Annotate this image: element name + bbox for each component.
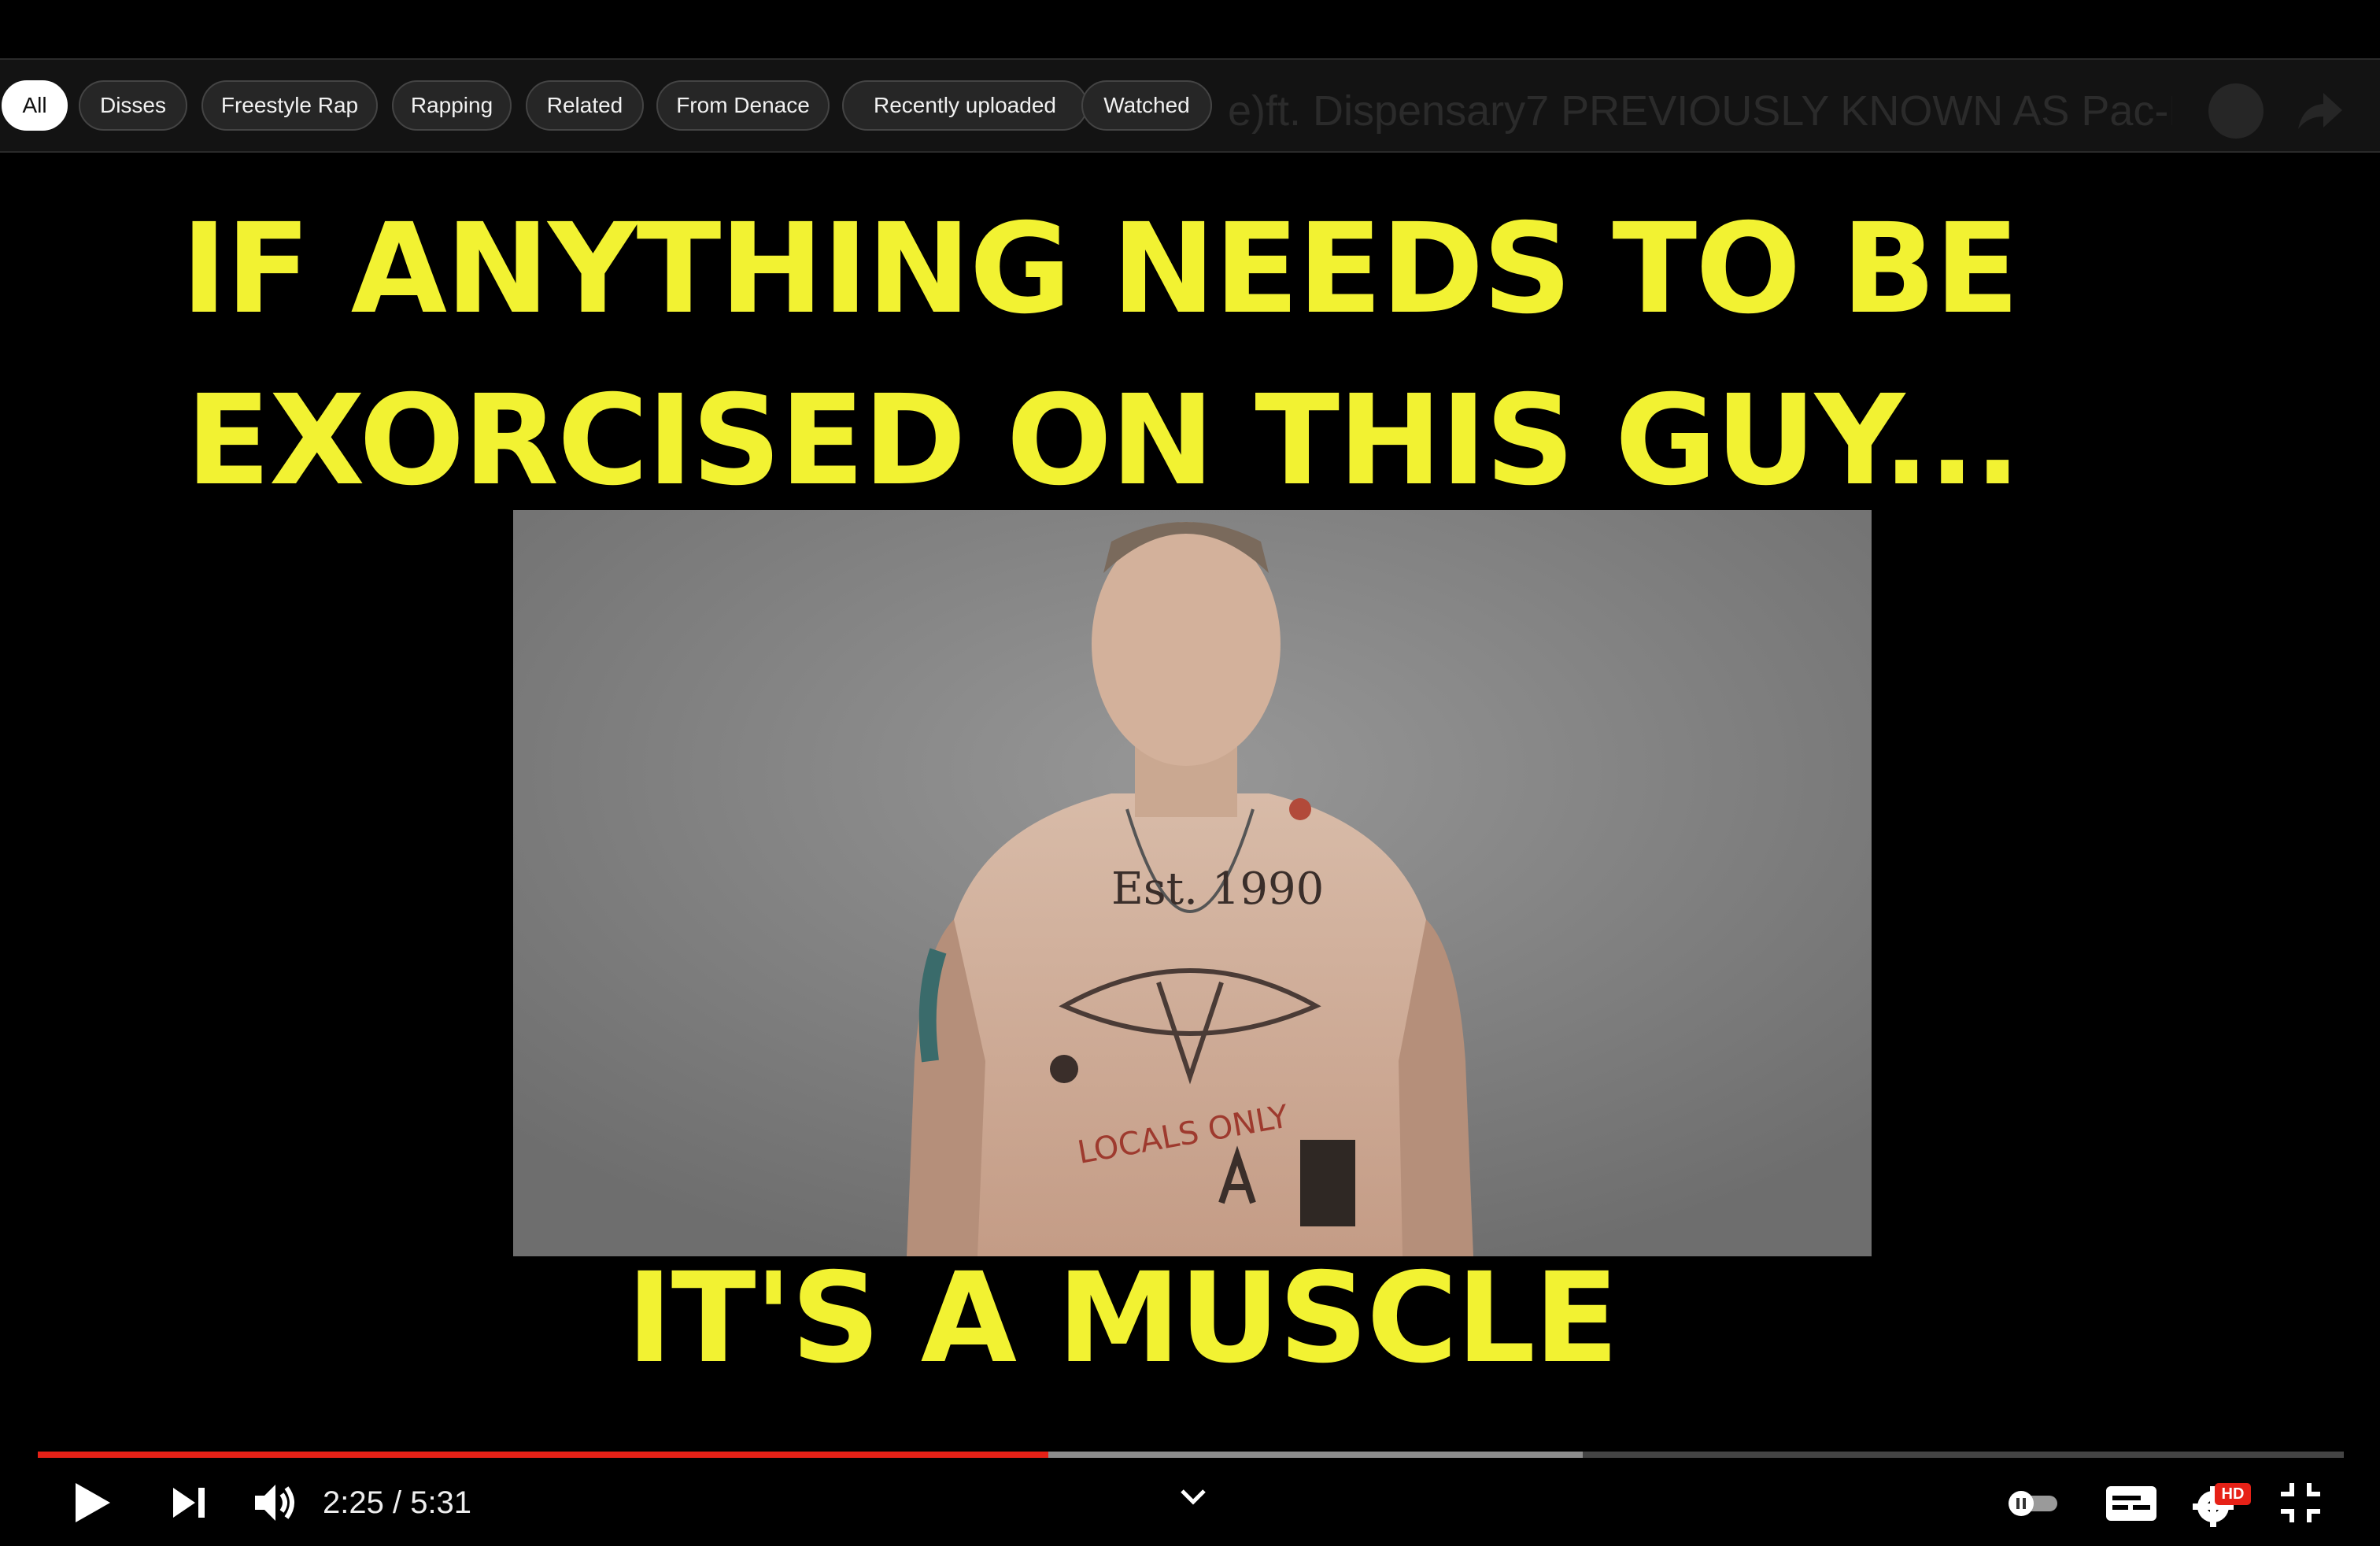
exit-fullscreen-button[interactable] xyxy=(2273,1475,2328,1530)
video-player[interactable]: IF ANYTHING NEEDS TO BE EXORCISED ON THI… xyxy=(0,0,2380,1546)
filter-chip-watched[interactable]: Watched xyxy=(1081,80,1212,131)
filter-chip-recently-uploaded[interactable]: Recently uploaded xyxy=(842,80,1088,131)
autoplay-toggle[interactable] xyxy=(2005,1488,2062,1519)
next-button[interactable] xyxy=(165,1475,216,1530)
filter-chips-bar: e)ft. Dispensary7 PREVIOUSLY KNOWN AS Pa… xyxy=(0,58,2380,153)
share-icon[interactable] xyxy=(2292,83,2347,139)
clock-icon[interactable] xyxy=(2208,83,2264,139)
filter-chip-from-denace[interactable]: From Denace xyxy=(656,80,830,131)
video-caption-line-1: IF ANYTHING NEEDS TO BE xyxy=(181,197,2020,342)
filter-chip-related[interactable]: Related xyxy=(526,80,644,131)
hd-badge: HD xyxy=(2215,1483,2251,1505)
time-display: 2:25 / 5:31 xyxy=(323,1485,472,1520)
next-icon xyxy=(173,1488,205,1518)
subtitles-icon xyxy=(2106,1486,2156,1521)
volume-icon xyxy=(255,1485,294,1521)
video-caption-line-2: EXORCISED ON THIS GUY... xyxy=(186,368,2021,513)
subtitles-button[interactable] xyxy=(2101,1480,2161,1527)
filter-chip-rapping[interactable]: Rapping xyxy=(392,80,512,131)
play-icon xyxy=(76,1483,110,1522)
video-caption-line-3: IT'S A MUSCLE xyxy=(626,1246,1619,1391)
progress-bar[interactable] xyxy=(38,1452,2344,1458)
chevron-down-button[interactable] xyxy=(1170,1477,1217,1516)
video-title-ghost: e)ft. Dispensary7 PREVIOUSLY KNOWN AS Pa… xyxy=(1228,87,2172,135)
progress-played xyxy=(38,1452,1048,1458)
exit-fullscreen-icon xyxy=(2281,1483,2320,1522)
video-photo: Est. 1990 LOCALS ONLY xyxy=(513,510,1872,1256)
filter-chip-disses[interactable]: Disses xyxy=(79,80,187,131)
volume-button[interactable] xyxy=(249,1475,304,1530)
autoplay-toggle-icon xyxy=(2009,1491,2057,1516)
play-button[interactable] xyxy=(68,1475,118,1530)
filter-chip-freestyle-rap[interactable]: Freestyle Rap xyxy=(201,80,378,131)
chevron-down-icon xyxy=(1181,1489,1206,1505)
chest-tattoo-text: Est. 1990 xyxy=(1111,864,1324,915)
filter-chip-all[interactable]: All xyxy=(2,80,68,131)
